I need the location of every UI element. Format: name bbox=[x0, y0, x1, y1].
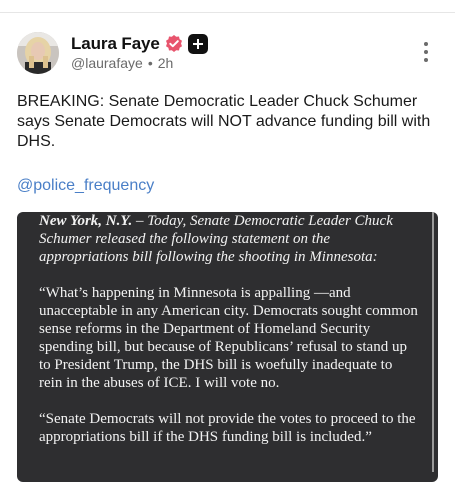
media-edge bbox=[432, 212, 434, 472]
media-image[interactable]: New York, N.Y. – Today, Senate Democrati… bbox=[17, 212, 438, 482]
dateline: New York, N.Y. – Today, Senate Democrati… bbox=[39, 212, 419, 266]
avatar-image bbox=[17, 32, 59, 74]
dateline-place: New York, N.Y. bbox=[39, 213, 133, 229]
statement-text: New York, N.Y. – Today, Senate Democrati… bbox=[39, 212, 419, 458]
statement-paragraph-2: “Senate Democrats will not provide the v… bbox=[39, 411, 416, 445]
plus-badge-icon bbox=[187, 34, 208, 54]
statement-paragraph-1: “What’s happening in Minnesota is appall… bbox=[39, 285, 418, 391]
carousel-indicator bbox=[17, 476, 438, 482]
avatar[interactable] bbox=[17, 32, 59, 74]
mention-link[interactable]: @police_frequency bbox=[17, 177, 154, 195]
more-options-icon[interactable] bbox=[418, 40, 434, 64]
meta-row: @laurafaye • 2h bbox=[71, 55, 173, 71]
display-name[interactable]: Laura Faye bbox=[71, 34, 160, 54]
name-row: Laura Faye bbox=[71, 33, 208, 55]
handle[interactable]: @laurafaye bbox=[71, 55, 143, 71]
verified-badge-icon bbox=[164, 34, 184, 54]
post-text: BREAKING: Senate Democratic Leader Chuck… bbox=[17, 93, 431, 150]
post: Laura Faye @laurafaye • 2h BREAKING: Sen… bbox=[0, 0, 455, 500]
timestamp[interactable]: 2h bbox=[158, 55, 174, 71]
separator-dot: • bbox=[147, 55, 153, 71]
